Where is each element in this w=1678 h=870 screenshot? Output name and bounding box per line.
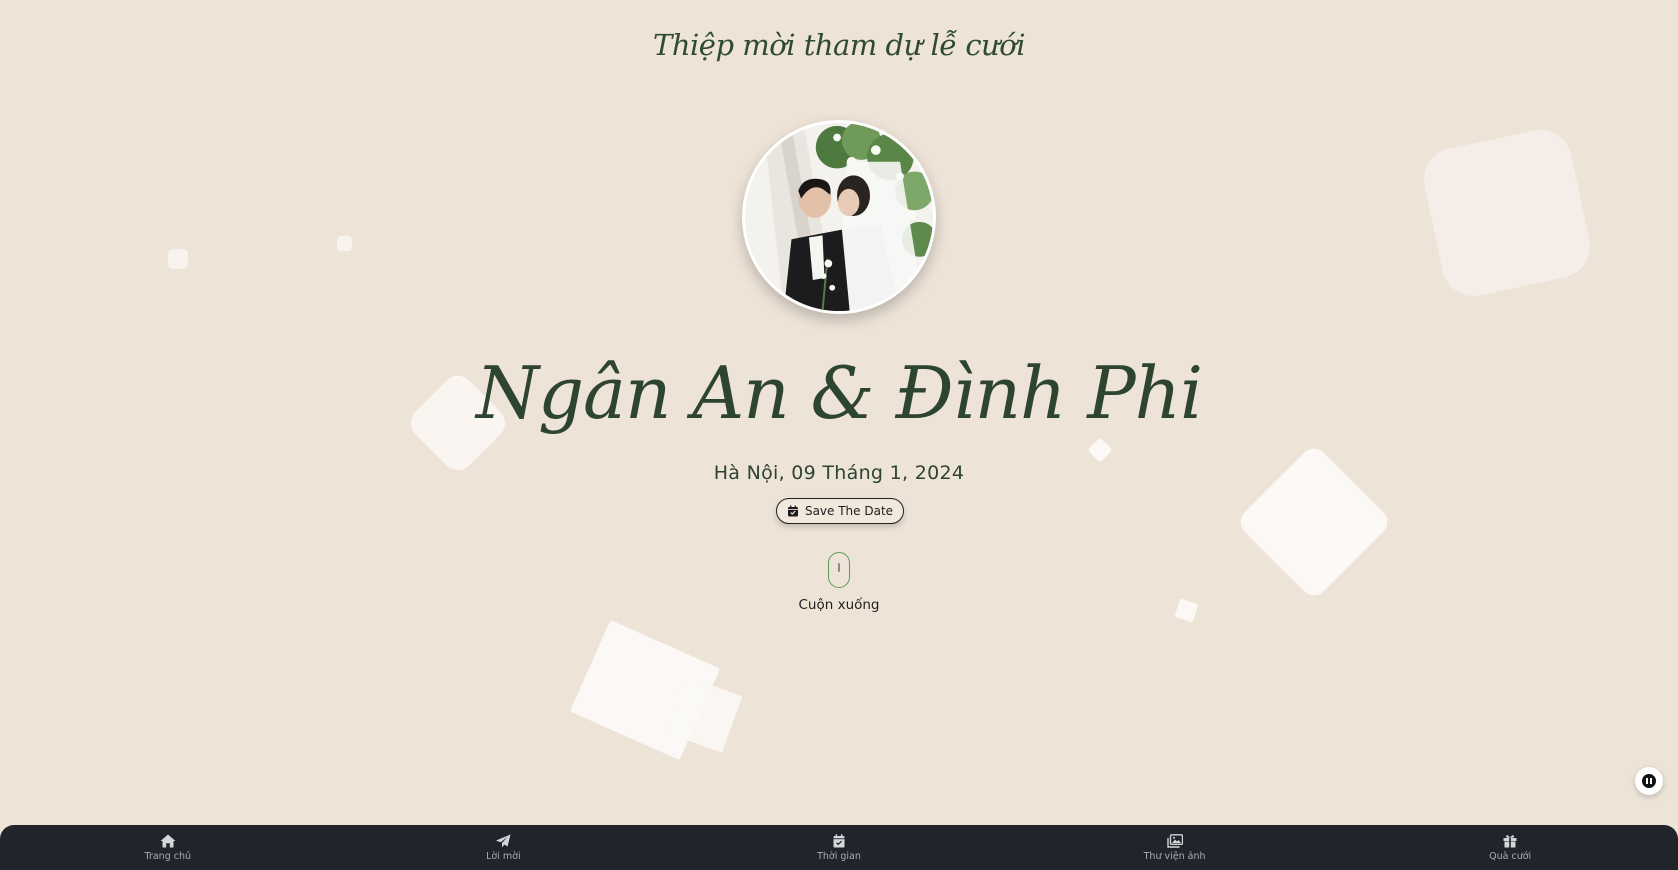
calendar-check-icon xyxy=(787,505,799,517)
nav-item-schedule[interactable]: Thời gian xyxy=(671,825,1007,870)
save-the-date-button[interactable]: Save The Date xyxy=(776,498,904,524)
gift-icon xyxy=(1502,834,1518,848)
couple-portrait xyxy=(742,120,936,314)
invitation-subtitle: Thiệp mời tham dự lễ cưới xyxy=(653,28,1025,62)
event-date: Hà Nội, 09 Tháng 1, 2024 xyxy=(713,462,965,484)
nav-label-schedule: Thời gian xyxy=(817,850,861,862)
paper-plane-icon xyxy=(495,834,511,848)
home-icon xyxy=(160,834,176,848)
invitation-page: Thiệp mời tham dự lễ cưới Ngân An & Đình… xyxy=(0,0,1678,870)
nav-item-invitation[interactable]: Lời mời xyxy=(336,825,672,870)
nav-label-gallery: Thư viện ảnh xyxy=(1143,850,1206,862)
save-the-date-label: Save The Date xyxy=(804,504,894,518)
nav-label-invitation: Lời mời xyxy=(486,850,521,862)
calendar-check-icon xyxy=(831,833,847,848)
scroll-down-mouse-icon[interactable] xyxy=(828,552,850,588)
decorative-shape xyxy=(1087,437,1113,463)
nav-item-gift[interactable]: Quà cưới xyxy=(1342,825,1678,870)
bottom-navigation: Trang chủ Lời mời Thời gian Thư viện ảnh… xyxy=(0,825,1678,870)
mouse-wheel xyxy=(838,563,840,572)
nav-label-gift: Quà cưới xyxy=(1489,850,1532,862)
nav-label-home: Trang chủ xyxy=(144,850,192,862)
decorative-shape xyxy=(1418,124,1596,302)
nav-item-gallery[interactable]: Thư viện ảnh xyxy=(1007,825,1343,870)
pause-icon xyxy=(1642,774,1656,788)
music-pause-button[interactable] xyxy=(1635,767,1663,795)
scroll-down-label: Cuộn xuống xyxy=(798,597,880,613)
nav-item-home[interactable]: Trang chủ xyxy=(0,825,336,870)
couple-names: Ngân An & Đình Phi xyxy=(475,351,1203,435)
images-icon xyxy=(1166,833,1183,848)
decorative-shape xyxy=(168,249,188,269)
decorative-shape xyxy=(337,236,352,251)
